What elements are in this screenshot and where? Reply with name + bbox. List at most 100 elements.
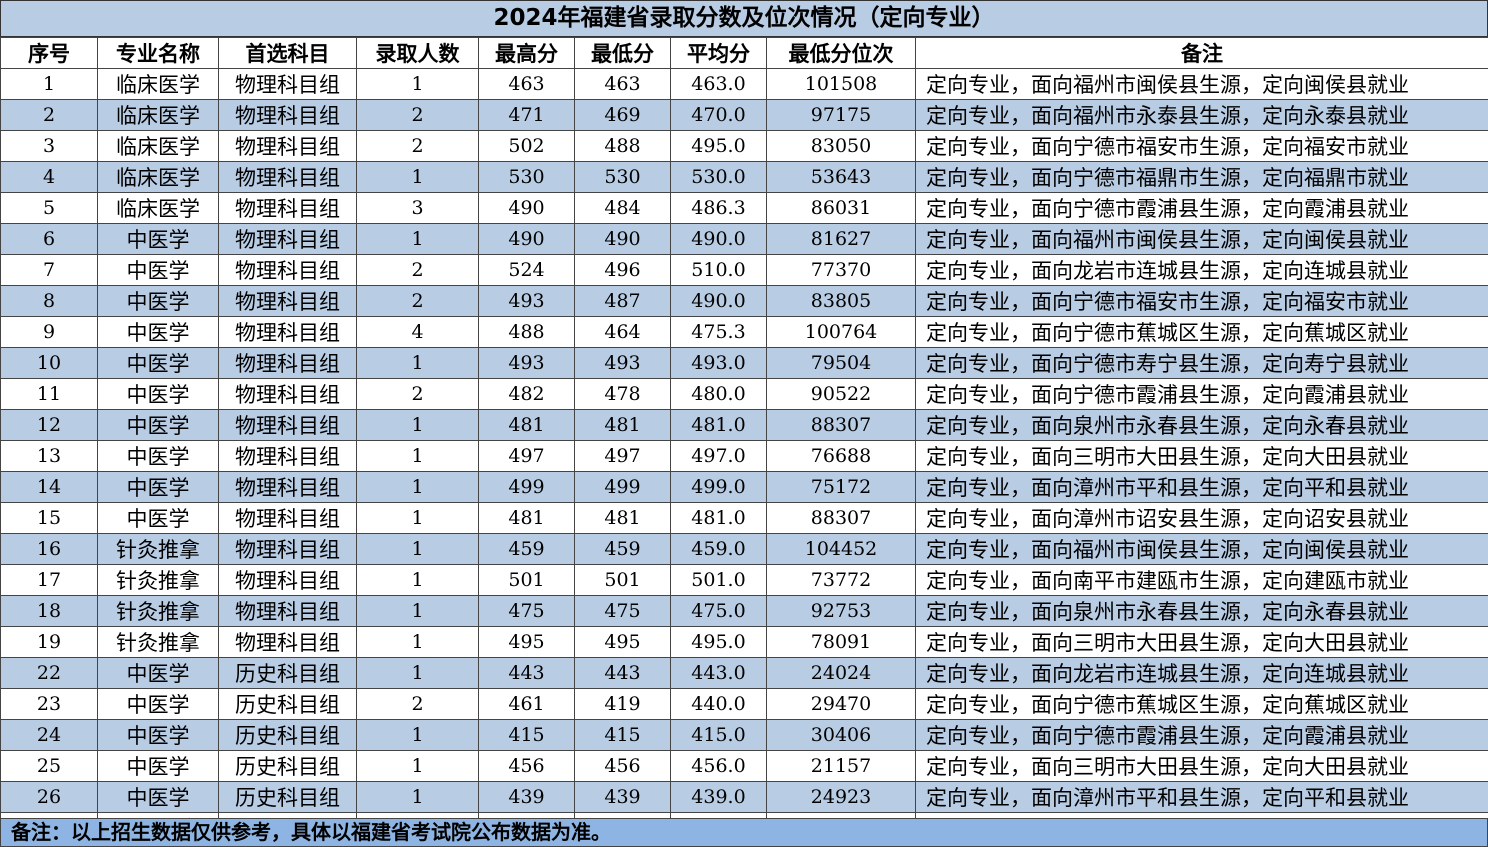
cell-max: 475	[478, 595, 575, 627]
cell-min: 439	[574, 781, 671, 813]
cell-avg: 443.0	[670, 657, 767, 689]
cell-seq: 1	[0, 68, 98, 100]
cell-note: 定向专业，面向福州市闽侯县生源，定向闽侯县就业	[915, 223, 1488, 255]
cell-avg: 470.0	[670, 99, 767, 131]
cell-rank: 86031	[766, 192, 916, 224]
cell-avg: 486.3	[670, 192, 767, 224]
cell-note: 定向专业，面向福州市闽侯县生源，定向闽侯县就业	[915, 68, 1488, 100]
cell-count: 1	[356, 564, 479, 596]
cell-max: 471	[478, 99, 575, 131]
cell-seq: 22	[0, 657, 98, 689]
table-row: 17 针灸推拿 物理科目组 1 501 501 501.0 73772 定向专业，面向南平市建瓯…	[0, 564, 1488, 596]
cell-subject: 物理科目组	[218, 285, 357, 317]
cell-note: 定向专业，面向泉州市永春县生源，定向永春县就业	[915, 595, 1488, 627]
cell-seq: 12	[0, 409, 98, 441]
header-avg: 平均分	[670, 37, 767, 69]
cell-note: 定向专业，面向漳州市诏安县生源，定向诏安县就业	[915, 502, 1488, 534]
cell-rank: 29470	[766, 688, 916, 720]
cell-avg: 493.0	[670, 347, 767, 379]
admission-score-sheet: 2024年福建省录取分数及位次情况（定向专业） 序号 专业名称 首选科目 录取人…	[0, 0, 1488, 847]
cell-max: 415	[478, 719, 575, 751]
cell-min: 487	[574, 285, 671, 317]
cell-avg: 415.0	[670, 719, 767, 751]
cell-note: 定向专业，面向南平市建瓯市生源，定向建瓯市就业	[915, 564, 1488, 596]
cell-count: 2	[356, 254, 479, 286]
cell-subject: 物理科目组	[218, 347, 357, 379]
cell-note: 定向专业，面向三明市大田县生源，定向大田县就业	[915, 626, 1488, 658]
cell-count: 1	[356, 440, 479, 472]
cell-rank: 78091	[766, 626, 916, 658]
table-row: 16 针灸推拿 物理科目组 1 459 459 459.0 104452 定向专业，面向福州市闽…	[0, 533, 1488, 565]
cell-subject: 物理科目组	[218, 130, 357, 162]
cell-min: 469	[574, 99, 671, 131]
cell-count: 1	[356, 223, 479, 255]
cell-max: 439	[478, 781, 575, 813]
cell-subject: 物理科目组	[218, 99, 357, 131]
cell-major: 中医学	[97, 657, 219, 689]
cell-subject: 物理科目组	[218, 316, 357, 348]
cell-rank: 53643	[766, 161, 916, 193]
cell-avg: 490.0	[670, 285, 767, 317]
cell-max: 482	[478, 378, 575, 410]
cell-max: 459	[478, 533, 575, 565]
cell-min: 488	[574, 130, 671, 162]
header-min: 最低分	[574, 37, 671, 69]
cell-major: 中医学	[97, 223, 219, 255]
cell-seq: 11	[0, 378, 98, 410]
cell-note: 定向专业，面向三明市大田县生源，定向大田县就业	[915, 440, 1488, 472]
cell-note: 定向专业，面向宁德市寿宁县生源，定向寿宁县就业	[915, 347, 1488, 379]
cell-rank: 88307	[766, 502, 916, 534]
cell-avg: 501.0	[670, 564, 767, 596]
cell-subject: 物理科目组	[218, 564, 357, 596]
cell-count: 1	[356, 502, 479, 534]
cell-count: 1	[356, 471, 479, 503]
cell-count: 1	[356, 626, 479, 658]
cell-min: 499	[574, 471, 671, 503]
footer-note: 备注：以上招生数据仅供参考，具体以福建省考试院公布数据为准。	[0, 818, 1488, 847]
cell-seq: 9	[0, 316, 98, 348]
cell-rank: 97175	[766, 99, 916, 131]
cell-rank: 21157	[766, 750, 916, 782]
table-row: 3 临床医学 物理科目组 2 502 488 495.0 83050 定向专业，面向宁德市福安市…	[0, 130, 1488, 162]
cell-max: 530	[478, 161, 575, 193]
cell-seq: 8	[0, 285, 98, 317]
cell-note: 定向专业，面向宁德市蕉城区生源，定向蕉城区就业	[915, 316, 1488, 348]
cell-note: 定向专业，面向龙岩市连城县生源，定向连城县就业	[915, 657, 1488, 689]
cell-rank: 92753	[766, 595, 916, 627]
cell-subject: 物理科目组	[218, 223, 357, 255]
cell-avg: 456.0	[670, 750, 767, 782]
cell-count: 3	[356, 192, 479, 224]
cell-seq: 19	[0, 626, 98, 658]
cell-seq: 24	[0, 719, 98, 751]
cell-avg: 497.0	[670, 440, 767, 472]
table-header-row: 序号 专业名称 首选科目 录取人数 最高分 最低分 平均分 最低分位次 备注	[0, 37, 1488, 69]
cell-min: 415	[574, 719, 671, 751]
cell-max: 495	[478, 626, 575, 658]
table-row: 15 中医学 物理科目组 1 481 481 481.0 88307 定向专业，面向漳州市诏安县…	[0, 502, 1488, 534]
cell-count: 1	[356, 657, 479, 689]
cell-rank: 79504	[766, 347, 916, 379]
cell-rank: 24024	[766, 657, 916, 689]
cell-min: 478	[574, 378, 671, 410]
cell-subject: 物理科目组	[218, 533, 357, 565]
cell-subject: 物理科目组	[218, 378, 357, 410]
admission-table: 序号 专业名称 首选科目 录取人数 最高分 最低分 平均分 最低分位次 备注 1…	[0, 37, 1488, 844]
cell-subject: 物理科目组	[218, 409, 357, 441]
cell-seq: 7	[0, 254, 98, 286]
cell-note: 定向专业，面向漳州市平和县生源，定向平和县就业	[915, 471, 1488, 503]
table-row: 25 中医学 历史科目组 1 456 456 456.0 21157 定向专业，面向三明市大田县…	[0, 750, 1488, 782]
cell-min: 493	[574, 347, 671, 379]
cell-major: 针灸推拿	[97, 533, 219, 565]
cell-seq: 25	[0, 750, 98, 782]
table-body: 1 临床医学 物理科目组 1 463 463 463.0 101508 定向专业，面向福州市闽侯…	[0, 68, 1488, 844]
cell-min: 419	[574, 688, 671, 720]
cell-avg: 510.0	[670, 254, 767, 286]
cell-major: 临床医学	[97, 161, 219, 193]
cell-note: 定向专业，面向泉州市永春县生源，定向永春县就业	[915, 409, 1488, 441]
table-row: 23 中医学 历史科目组 2 461 419 440.0 29470 定向专业，面向宁德市蕉城区…	[0, 688, 1488, 720]
cell-note: 定向专业，面向福州市永泰县生源，定向永泰县就业	[915, 99, 1488, 131]
cell-note: 定向专业，面向宁德市霞浦县生源，定向霞浦县就业	[915, 719, 1488, 751]
cell-min: 497	[574, 440, 671, 472]
cell-count: 1	[356, 595, 479, 627]
cell-max: 493	[478, 285, 575, 317]
